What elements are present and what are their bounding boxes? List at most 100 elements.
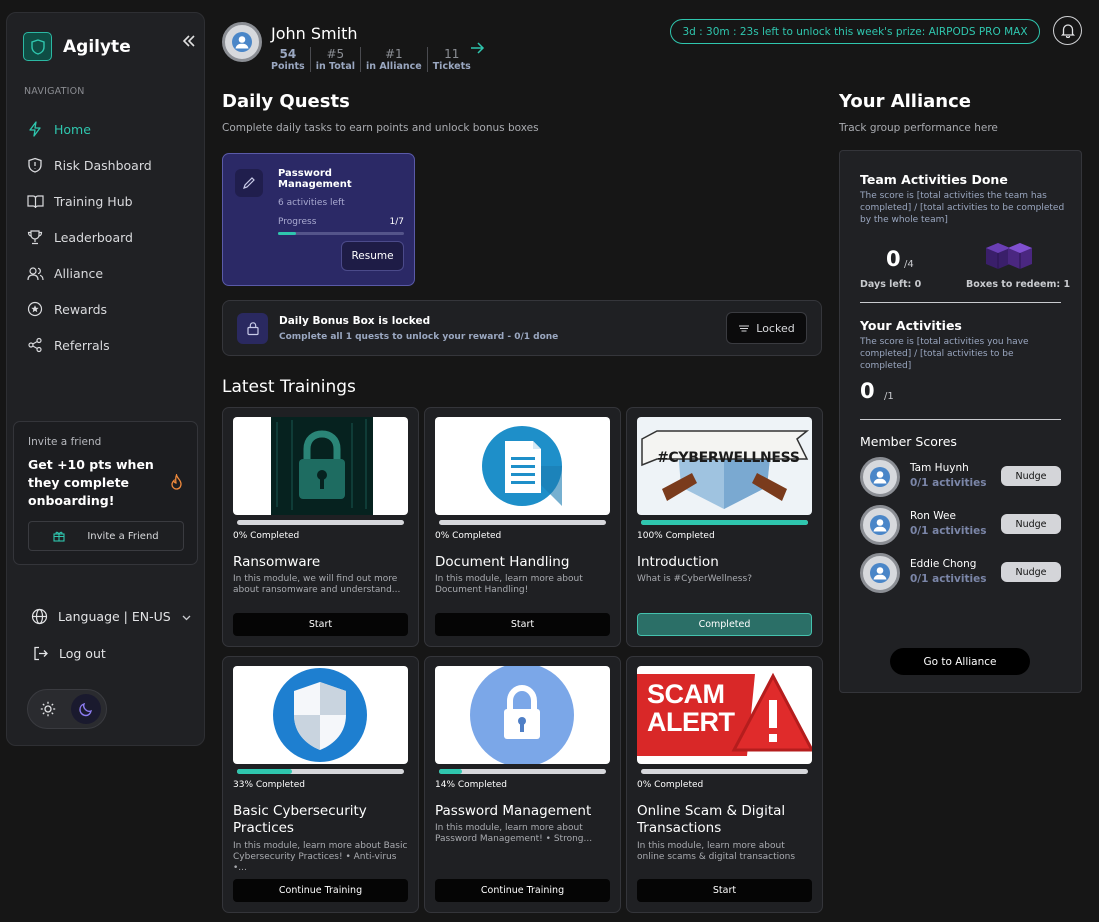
nav-item-label: Alliance xyxy=(54,265,104,281)
locked-label: Locked xyxy=(756,321,795,335)
users-icon xyxy=(26,264,44,282)
training-percent-label: 0% Completed xyxy=(435,531,502,541)
invite-friend-button[interactable]: Invite a Friend xyxy=(28,521,184,551)
quest-progress-count: 1/7 xyxy=(389,217,404,227)
nudge-button[interactable]: Nudge xyxy=(1001,466,1061,486)
stat-value: 54 xyxy=(279,47,297,61)
nav-item-risk-dashboard[interactable]: Risk Dashboard xyxy=(26,147,201,183)
invite-friend-card: Invite a friend Get +10 pts when they co… xyxy=(13,421,198,565)
training-progress-fill xyxy=(439,769,463,774)
main-nav: Home Risk Dashboard Training Hub Leaderb… xyxy=(26,111,201,363)
team-activities-title: Team Activities Done xyxy=(860,172,1008,187)
nav-item-referrals[interactable]: Referrals xyxy=(26,327,201,363)
ransomware-lock-image xyxy=(233,417,408,515)
shield-image xyxy=(233,666,408,764)
stat-label: in Alliance xyxy=(366,61,422,72)
training-description: What is #CyberWellness? xyxy=(637,574,752,584)
nav-item-alliance[interactable]: Alliance xyxy=(26,255,201,291)
logout-icon xyxy=(33,646,48,661)
training-card-online-scam[interactable]: SCAM ALERT 0% Completed Online Scam & Di… xyxy=(626,656,823,913)
quest-progress-label: Progress xyxy=(278,217,317,227)
nav-item-training-hub[interactable]: Training Hub xyxy=(26,183,201,219)
nav-item-label: Home xyxy=(54,121,91,137)
arrow-right-icon[interactable] xyxy=(470,40,485,58)
team-score: 0 xyxy=(886,247,901,271)
nudge-button[interactable]: Nudge xyxy=(1001,562,1061,582)
training-description: In this module, learn more about Documen… xyxy=(435,574,583,595)
member-avatar xyxy=(860,553,900,593)
member-scores-title: Member Scores xyxy=(860,434,957,449)
cyberwellness-banner-image: #CYBERWELLNESS xyxy=(637,417,812,515)
locked-button[interactable]: Locked xyxy=(726,312,807,344)
invite-text: Get +10 pts when they complete onboardin… xyxy=(28,457,154,508)
training-card-basic-cybersecurity[interactable]: 33% Completed Basic Cybersecurity Practi… xyxy=(222,656,419,913)
brand-name: Agilyte xyxy=(63,36,131,57)
member-activities: 0/1 activities xyxy=(910,525,987,537)
continue-training-button[interactable]: Continue Training xyxy=(435,879,610,902)
alliance-panel: Team Activities Done The score is [total… xyxy=(839,150,1082,693)
nav-item-leaderboard[interactable]: Leaderboard xyxy=(26,219,201,255)
stat-alliance-rank: #1 in Alliance xyxy=(360,47,427,72)
training-progress-bar xyxy=(641,769,808,774)
collapse-sidebar-icon[interactable] xyxy=(182,35,196,51)
share-icon xyxy=(26,336,44,354)
continue-training-button[interactable]: Continue Training xyxy=(233,879,408,902)
your-score: 0 xyxy=(860,379,875,403)
profile-avatar[interactable] xyxy=(222,22,262,62)
stat-label: Points xyxy=(271,61,305,72)
stat-total-rank: #5 in Total xyxy=(309,47,360,72)
training-progress-bar xyxy=(439,520,606,525)
training-card-document-handling[interactable]: 0% Completed Document Handling In this m… xyxy=(424,407,621,647)
language-label: Language | EN-US xyxy=(58,609,171,624)
team-score-total: /4 xyxy=(904,259,914,270)
training-progress-bar xyxy=(237,769,404,774)
member-row: Eddie Chong 0/1 activities Nudge xyxy=(860,553,1061,595)
nav-item-home[interactable]: Home xyxy=(26,111,201,147)
user-icon xyxy=(870,467,890,487)
training-title: Document Handling xyxy=(435,554,570,570)
light-mode-button[interactable] xyxy=(33,694,63,724)
go-to-alliance-button[interactable]: Go to Alliance xyxy=(890,648,1030,675)
member-avatar xyxy=(860,457,900,497)
divider xyxy=(860,419,1061,420)
stat-tickets: 11 Tickets xyxy=(426,47,476,72)
fire-icon xyxy=(170,472,183,494)
your-activities-title: Your Activities xyxy=(860,318,962,333)
training-card-introduction[interactable]: #CYBERWELLNESS 100% Completed Introducti… xyxy=(626,407,823,647)
language-selector[interactable]: Language | EN-US xyxy=(31,608,191,625)
training-start-button[interactable]: Start xyxy=(435,613,610,636)
bonus-title: Daily Bonus Box is locked xyxy=(279,315,431,327)
training-progress-fill xyxy=(237,769,293,774)
star-icon xyxy=(26,300,44,318)
pen-icon xyxy=(235,169,263,197)
training-start-button[interactable]: Start xyxy=(637,879,812,902)
brand-logo-icon xyxy=(23,32,52,61)
trophy-icon xyxy=(26,228,44,246)
quest-card[interactable]: Password Management 6 activities left Pr… xyxy=(222,153,415,286)
training-card-ransomware[interactable]: 0% Completed Ransomware In this module, … xyxy=(222,407,419,647)
logout-link[interactable]: Log out xyxy=(33,646,106,661)
training-progress-bar xyxy=(237,520,404,525)
nudge-button[interactable]: Nudge xyxy=(1001,514,1061,534)
book-icon xyxy=(26,192,44,210)
training-title: Basic Cybersecurity Practices xyxy=(233,803,367,836)
team-boxes-to-redeem: Boxes to redeem: 1 xyxy=(966,279,1071,290)
dark-mode-button[interactable] xyxy=(71,694,101,724)
training-card-password-management[interactable]: 14% Completed Password Management In thi… xyxy=(424,656,621,913)
member-activities: 0/1 activities xyxy=(910,573,987,585)
training-title: Introduction xyxy=(637,554,719,570)
moon-icon xyxy=(79,702,92,717)
nav-item-label: Training Hub xyxy=(54,193,133,209)
training-percent-label: 33% Completed xyxy=(233,780,305,790)
brand[interactable]: Agilyte xyxy=(23,32,131,61)
shield-icon xyxy=(26,156,44,174)
nav-item-rewards[interactable]: Rewards xyxy=(26,291,201,327)
training-start-button[interactable]: Start xyxy=(233,613,408,636)
theme-toggle xyxy=(27,689,107,729)
logout-label: Log out xyxy=(59,646,106,661)
resume-button[interactable]: Resume xyxy=(341,241,404,271)
bell-icon[interactable] xyxy=(1053,16,1082,45)
padlock-image xyxy=(435,666,610,764)
training-description: In this module, learn more about online … xyxy=(637,841,796,862)
training-completed-button[interactable]: Completed xyxy=(637,613,812,636)
